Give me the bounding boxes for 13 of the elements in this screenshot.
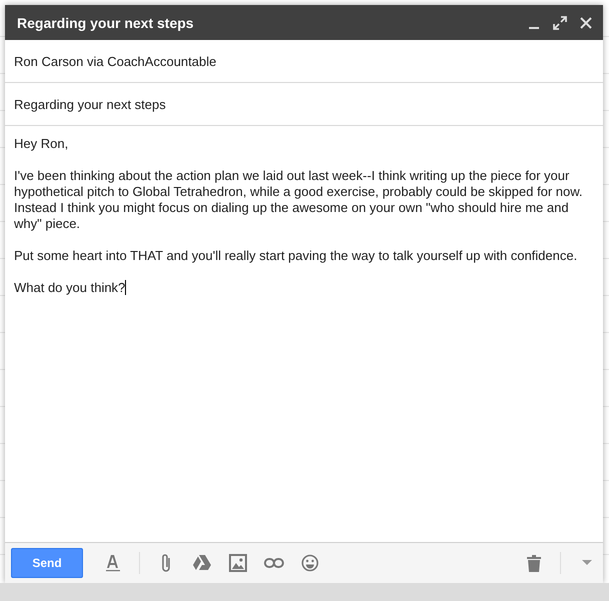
message-paragraph: Put some heart into THAT and you'll really start paving the way to talk yourself up with confidence. [14, 248, 578, 264]
image-icon[interactable] [228, 553, 248, 573]
window-title: Regarding your next steps [17, 14, 195, 30]
trash-icon[interactable] [524, 553, 544, 573]
close-icon[interactable] [579, 16, 593, 30]
text-format-icon[interactable] [103, 553, 123, 573]
subject-field[interactable]: Regarding your next steps [14, 96, 166, 112]
expand-icon[interactable] [553, 16, 567, 30]
message-paragraph: What do you think? [14, 280, 128, 296]
recipient-field[interactable]: Ron Carson via CoachAccountable [14, 54, 216, 68]
emoji-icon[interactable] [300, 553, 320, 573]
message-paragraph: I've been thinking about the action plan we laid out last week--I think writing up the piece for your hypothetical pitch to Global Tetrahedron, while a good exercise, probably could be skipped for now. Instead I think you might focus on dialing up the awesome on your own "who should hire me and why" piece. [14, 168, 584, 232]
message-paragraph: Hey Ron, [14, 136, 70, 152]
